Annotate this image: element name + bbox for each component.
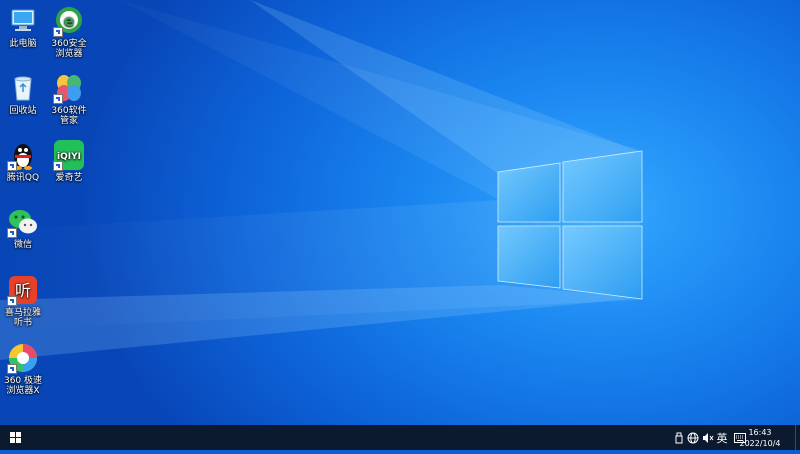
clock-time: 16:43 bbox=[748, 428, 772, 437]
shortcut-arrow-icon bbox=[7, 364, 17, 374]
desktop-icon-label: 360软件管家 bbox=[51, 106, 87, 126]
desktop-icon-label: 回收站 bbox=[9, 106, 37, 116]
360-software-manager-icon bbox=[53, 72, 85, 104]
ime-language-indicator[interactable]: 英 bbox=[714, 425, 730, 450]
svg-text:e: e bbox=[64, 12, 74, 30]
desktop-icon-label: 爱奇艺 bbox=[55, 173, 83, 183]
iqiyi-icon: iQIYI bbox=[53, 139, 85, 171]
wechat-icon bbox=[7, 206, 39, 238]
shortcut-arrow-icon bbox=[7, 161, 17, 171]
start-button[interactable] bbox=[0, 425, 30, 450]
network-icon[interactable] bbox=[686, 425, 700, 450]
desktop-icon-label: 此电脑 bbox=[9, 39, 37, 49]
qq-penguin-icon bbox=[7, 139, 39, 171]
desktop-icon-recycle-bin[interactable]: 回收站 bbox=[1, 72, 45, 116]
shortcut-arrow-icon bbox=[7, 228, 17, 238]
shortcut-arrow-icon bbox=[53, 161, 63, 171]
system-clock[interactable]: 16:43 2022/10/4 bbox=[732, 427, 788, 449]
shortcut-arrow-icon bbox=[7, 296, 17, 306]
desktop-icon-wechat[interactable]: 微信 bbox=[1, 206, 45, 250]
svg-text:听: 听 bbox=[15, 281, 31, 300]
desktop-icon-label: 微信 bbox=[13, 240, 32, 250]
desktop-icon-360-speed-browser[interactable]: 360 极速浏览器X bbox=[1, 342, 45, 396]
windows-logo-icon bbox=[10, 432, 21, 443]
recycle-bin-icon bbox=[7, 72, 39, 104]
shortcut-arrow-icon bbox=[53, 94, 63, 104]
desktop-icon-label: 喜马拉雅听书 bbox=[4, 308, 41, 328]
desktop-icon-360-browser[interactable]: e 360安全浏览器 bbox=[47, 5, 91, 59]
360-speed-browser-icon bbox=[7, 342, 39, 374]
desktop-icon-tencent-qq[interactable]: 腾讯QQ bbox=[1, 139, 45, 183]
desktop-wallpaper bbox=[0, 0, 800, 425]
desktop-icon-ximalaya[interactable]: 听 喜马拉雅听书 bbox=[1, 274, 45, 328]
desktop-icon-label: 360 极速浏览器X bbox=[3, 376, 43, 396]
desktop-icon-label: 360安全浏览器 bbox=[51, 39, 87, 59]
show-desktop-button[interactable] bbox=[795, 425, 800, 450]
desktop-icon-360-software-manager[interactable]: 360软件管家 bbox=[47, 72, 91, 126]
computer-icon bbox=[7, 5, 39, 37]
wallpaper-light-beams bbox=[0, 0, 643, 360]
desktop-icon-iqiyi[interactable]: iQIYI 爱奇艺 bbox=[47, 139, 91, 183]
ximalaya-icon: 听 bbox=[7, 274, 39, 306]
clock-date: 2022/10/4 bbox=[739, 439, 781, 448]
360-browser-icon: e bbox=[53, 5, 85, 37]
volume-muted-icon[interactable] bbox=[701, 425, 715, 450]
usb-icon[interactable] bbox=[672, 425, 686, 450]
taskbar: 英 16:43 2022/10/4 bbox=[0, 425, 800, 450]
desktop-icon-label: 腾讯QQ bbox=[6, 173, 40, 183]
shortcut-arrow-icon bbox=[53, 27, 63, 37]
desktop-icon-this-pc[interactable]: 此电脑 bbox=[1, 5, 45, 49]
